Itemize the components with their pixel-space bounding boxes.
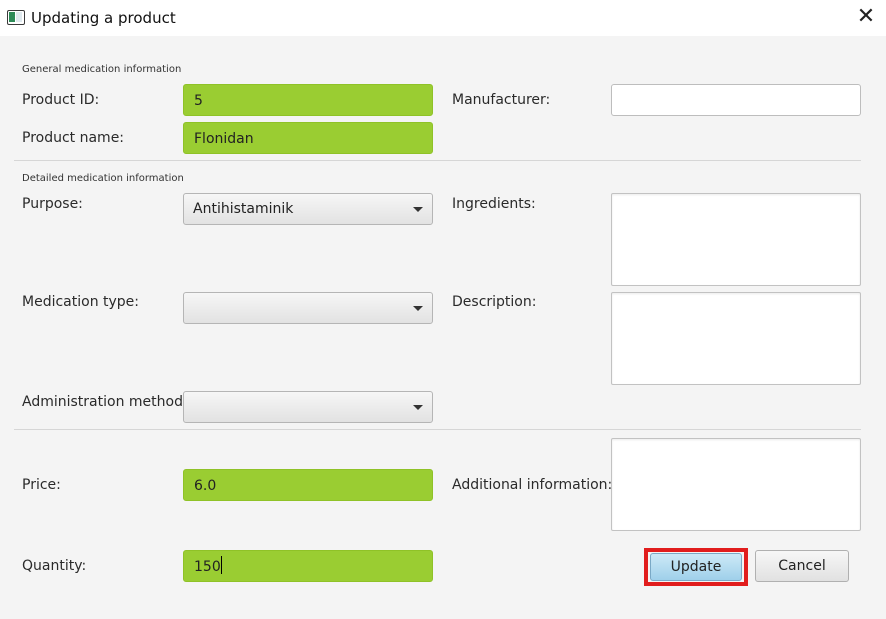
medication-type-label: Medication type: (22, 294, 140, 310)
close-icon[interactable]: ✕ (850, 2, 882, 34)
chevron-down-icon (413, 306, 423, 311)
dialog-content: General medication information Product I… (0, 36, 886, 619)
section-title-detailed: Detailed medication information (22, 173, 184, 184)
description-textarea[interactable] (611, 292, 861, 385)
text-cursor (220, 556, 222, 574)
purpose-selected-value: Antihistaminik (193, 201, 294, 217)
price-label: Price: (22, 477, 61, 493)
quantity-field[interactable]: 150 (183, 550, 433, 582)
chevron-down-icon (413, 405, 423, 410)
section-divider (14, 429, 861, 430)
section-title-general: General medication information (22, 64, 182, 75)
product-name-field[interactable]: Flonidan (183, 122, 433, 154)
chevron-down-icon (413, 207, 423, 212)
ingredients-textarea[interactable] (611, 193, 861, 286)
administration-method-dropdown[interactable] (183, 391, 433, 423)
purpose-dropdown[interactable]: Antihistaminik (183, 193, 433, 225)
title-bar: Updating a product ✕ (0, 0, 886, 36)
manufacturer-label: Manufacturer: (452, 92, 551, 108)
additional-info-textarea[interactable] (611, 438, 861, 531)
product-id-field[interactable]: 5 (183, 84, 433, 116)
purpose-label: Purpose: (22, 196, 83, 212)
quantity-label: Quantity: (22, 558, 87, 574)
app-window-icon (7, 10, 25, 25)
update-button[interactable]: Update (650, 553, 742, 581)
manufacturer-field[interactable] (611, 84, 861, 116)
section-divider (14, 160, 861, 161)
product-name-label: Product name: (22, 130, 125, 146)
window-title: Updating a product (31, 9, 176, 27)
cancel-button[interactable]: Cancel (755, 550, 849, 582)
description-label: Description: (452, 294, 537, 310)
administration-method-label: Administration method: (22, 394, 188, 410)
product-id-label: Product ID: (22, 92, 100, 108)
ingredients-label: Ingredients: (452, 196, 536, 212)
quantity-value: 150 (194, 559, 221, 575)
medication-type-dropdown[interactable] (183, 292, 433, 324)
additional-info-label: Additional information: (452, 477, 613, 493)
price-field[interactable]: 6.0 (183, 469, 433, 501)
